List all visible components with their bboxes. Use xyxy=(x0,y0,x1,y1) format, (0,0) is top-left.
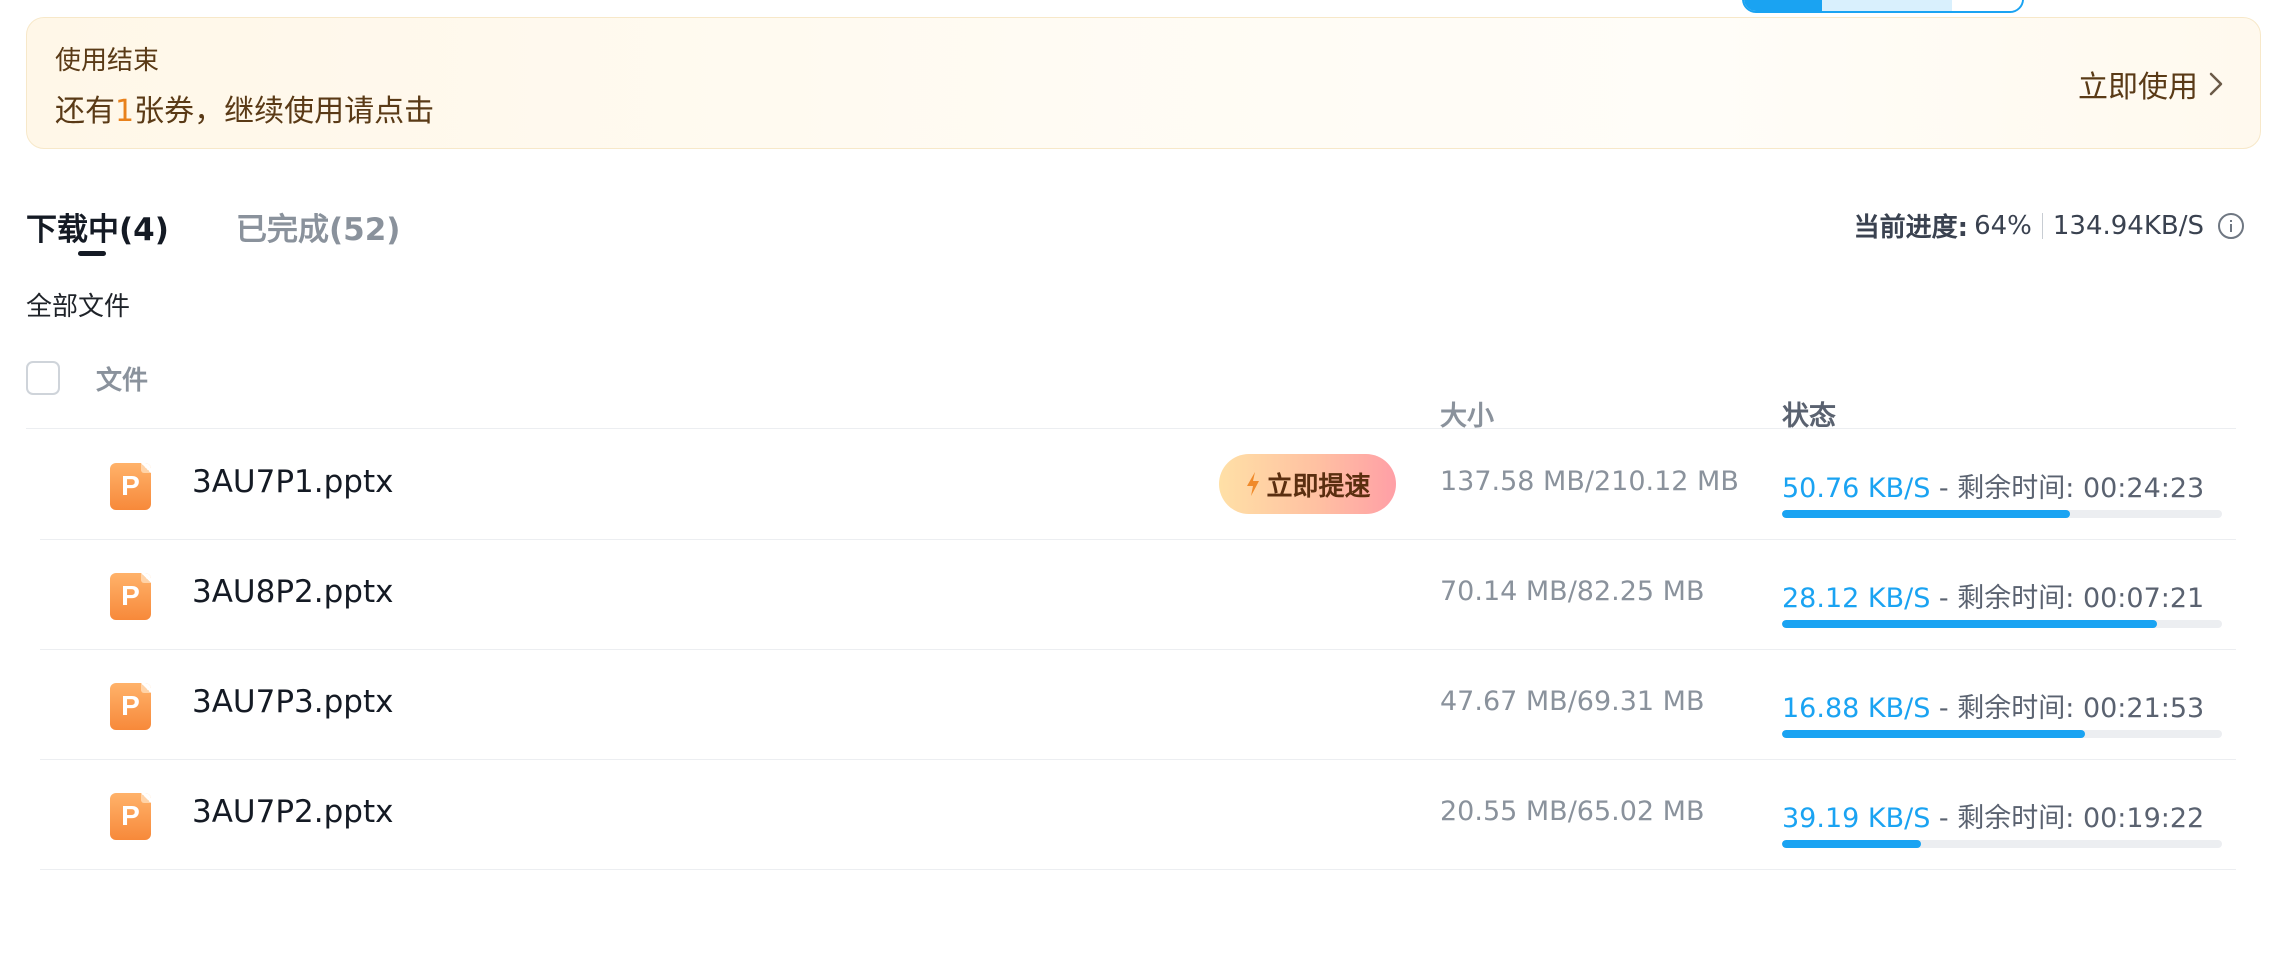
file-size: 70.14 MB/82.25 MB xyxy=(1440,576,1705,607)
view-toggle-segment-1[interactable] xyxy=(1744,0,1822,11)
pptx-file-icon: P xyxy=(110,683,151,730)
pptx-file-icon: P xyxy=(110,573,151,620)
remaining-label: - 剩余时间: xyxy=(1930,583,2083,614)
table-header: 文件 大小 状态 xyxy=(26,358,2236,432)
table-row[interactable]: P 3AU8P2.pptx 70.14 MB/82.25 MB 28.12 KB… xyxy=(40,540,2236,650)
download-status: 16.88 KB/S - 剩余时间: 00:21:53 xyxy=(1782,686,2204,725)
banner-desc: 还有1张券，继续使用请点击 xyxy=(55,86,434,130)
file-size: 137.58 MB/210.12 MB xyxy=(1440,466,1739,497)
tab-downloading[interactable]: 下载中(4) xyxy=(26,204,169,249)
header-divider xyxy=(26,428,2236,429)
download-speed: 28.12 KB/S xyxy=(1782,583,1931,614)
progress-percent: 64% xyxy=(1974,210,2032,241)
banner-desc-post: 张券，继续使用请点击 xyxy=(134,94,435,129)
download-manager: 使用结束 还有1张券，继续使用请点击 立即使用 下载中(4) 已完成(52) 当… xyxy=(0,0,2280,954)
remaining-time: 00:19:22 xyxy=(2082,803,2205,834)
progress-fill xyxy=(1782,840,1922,848)
info-icon[interactable] xyxy=(2218,212,2244,239)
coupon-banner: 使用结束 还有1张券，继续使用请点击 立即使用 xyxy=(26,17,2261,149)
select-all-checkbox[interactable] xyxy=(26,361,60,395)
file-name[interactable]: 3AU7P1.pptx xyxy=(192,464,393,500)
remaining-label: - 剩余时间: xyxy=(1930,803,2083,834)
download-speed: 39.19 KB/S xyxy=(1782,803,1931,834)
remaining-label: - 剩余时间: xyxy=(1930,473,2083,504)
progress-label: 当前进度: xyxy=(1853,213,1969,243)
download-status: 39.19 KB/S - 剩余时间: 00:19:22 xyxy=(1782,796,2204,835)
progress-fill xyxy=(1782,730,2085,738)
active-tab-indicator xyxy=(78,251,106,256)
view-toggle-segment-3[interactable] xyxy=(1952,0,2022,11)
breadcrumb[interactable]: 全部文件 xyxy=(26,286,130,323)
table-row[interactable]: P 3AU7P3.pptx 47.67 MB/69.31 MB 16.88 KB… xyxy=(40,650,2236,760)
column-file: 文件 xyxy=(96,366,149,396)
use-now-label: 立即使用 xyxy=(2078,70,2198,105)
progress-bar xyxy=(1782,840,2222,848)
progress-summary: 当前进度: 64% 134.94KB/S xyxy=(1854,207,2244,244)
progress-bar xyxy=(1782,620,2222,628)
progress-fill xyxy=(1782,510,2071,518)
download-status: 28.12 KB/S - 剩余时间: 00:07:21 xyxy=(1782,576,2204,615)
use-now-button[interactable]: 立即使用 xyxy=(2078,62,2226,106)
download-speed: 50.76 KB/S xyxy=(1782,473,1931,504)
download-status: 50.76 KB/S - 剩余时间: 00:24:23 xyxy=(1782,466,2204,505)
chevron-right-icon xyxy=(2209,72,2223,96)
divider xyxy=(2041,212,2043,239)
file-size: 20.55 MB/65.02 MB xyxy=(1440,796,1705,827)
file-size: 47.67 MB/69.31 MB xyxy=(1440,686,1705,717)
view-toggle[interactable] xyxy=(1742,0,2024,13)
remaining-label: - 剩余时间: xyxy=(1930,693,2083,724)
coupon-count: 1 xyxy=(115,94,135,129)
file-name[interactable]: 3AU7P3.pptx xyxy=(192,684,393,720)
speed-up-label: 立即提速 xyxy=(1266,471,1371,502)
progress-fill xyxy=(1782,620,2158,628)
lightning-icon xyxy=(1247,472,1260,496)
file-name[interactable]: 3AU8P2.pptx xyxy=(192,574,393,610)
remaining-time: 00:07:21 xyxy=(2082,583,2205,614)
speed-up-button[interactable]: 立即提速 xyxy=(1219,454,1396,514)
remaining-time: 00:24:23 xyxy=(2082,473,2205,504)
pptx-file-icon: P xyxy=(110,793,151,840)
view-toggle-segment-2[interactable] xyxy=(1822,0,1952,11)
table-row[interactable]: P 3AU7P2.pptx 20.55 MB/65.02 MB 39.19 KB… xyxy=(40,760,2236,870)
tab-completed[interactable]: 已完成(52) xyxy=(236,204,400,249)
total-speed: 134.94KB/S xyxy=(2052,210,2204,241)
progress-bar xyxy=(1782,730,2222,738)
remaining-time: 00:21:53 xyxy=(2082,693,2205,724)
banner-desc-pre: 还有 xyxy=(55,94,115,129)
download-speed: 16.88 KB/S xyxy=(1782,693,1931,724)
pptx-file-icon: P xyxy=(110,463,151,510)
file-name[interactable]: 3AU7P2.pptx xyxy=(192,794,393,830)
table-row[interactable]: P 3AU7P1.pptx 立即提速 137.58 MB/210.12 MB 5… xyxy=(40,430,2236,540)
progress-bar xyxy=(1782,510,2222,518)
banner-title: 使用结束 xyxy=(55,46,160,76)
